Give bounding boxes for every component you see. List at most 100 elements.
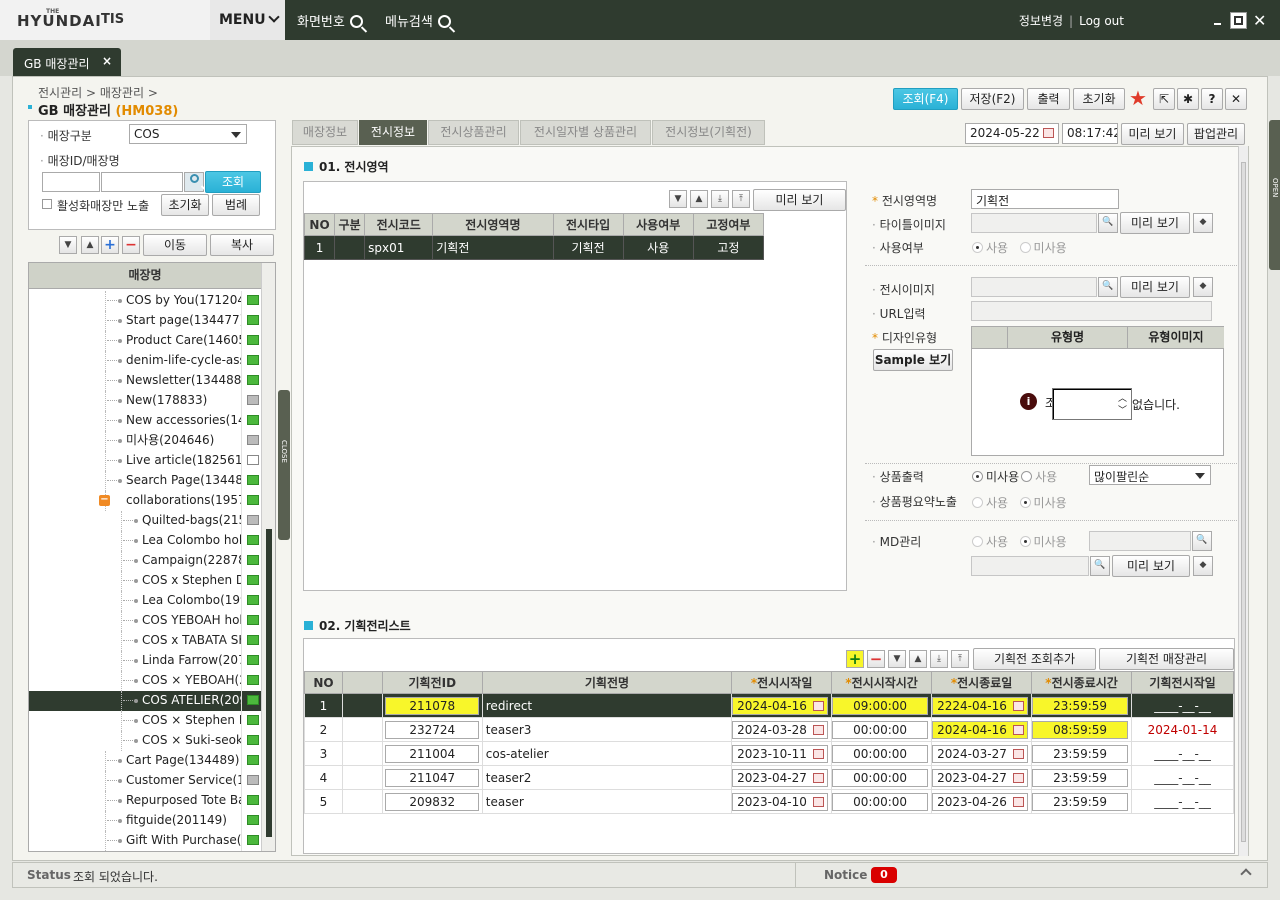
- help-icon[interactable]: ?: [1201, 88, 1223, 110]
- tree-item[interactable]: Lea Colombo holding p: [29, 531, 261, 551]
- tab-display-info[interactable]: 전시정보: [359, 120, 427, 145]
- tree-item[interactable]: 미사용(204646): [29, 431, 261, 451]
- tree-item[interactable]: denim-life-cycle-assessm: [29, 351, 261, 371]
- tree-item[interactable]: Live article(182561): [29, 451, 261, 471]
- tree-item[interactable]: Search Page(134487): [29, 471, 261, 491]
- add-icon[interactable]: +: [846, 650, 864, 668]
- tree-item[interactable]: Campaign(228789): [29, 551, 261, 571]
- print-button[interactable]: 출력: [1027, 88, 1070, 110]
- store-id-input[interactable]: [42, 172, 100, 192]
- end-time-input[interactable]: 23:59:59: [1032, 792, 1129, 811]
- tree-item[interactable]: Quilted-bags(215885): [29, 511, 261, 531]
- calendar-icon[interactable]: [813, 748, 825, 759]
- filter-reset-button[interactable]: 초기화: [161, 194, 209, 216]
- cell-check[interactable]: [341, 717, 383, 742]
- end-time-input[interactable]: 08:59:59: [1032, 720, 1129, 739]
- display-time-input[interactable]: 08:17:42: [1062, 123, 1118, 144]
- main-scrollbar[interactable]: [1238, 146, 1248, 856]
- left-panel-collapse-handle[interactable]: CLOSE: [278, 390, 290, 540]
- eraser-icon[interactable]: ◆: [1193, 277, 1213, 297]
- move-bottom-icon[interactable]: ⤓: [711, 190, 729, 208]
- menu-button[interactable]: MENU: [210, 0, 285, 40]
- collapse-toggle-icon[interactable]: −: [99, 495, 110, 506]
- radio-output-no[interactable]: [972, 471, 983, 482]
- page-tab-gb-store[interactable]: GB 매장관리 ×: [13, 48, 121, 76]
- sort-select[interactable]: 많이팔린순: [1089, 465, 1211, 485]
- promo-id-input[interactable]: 209832: [385, 792, 480, 811]
- tree-scrollbar-thumb[interactable]: [266, 529, 272, 837]
- maximize-button[interactable]: [1230, 12, 1247, 29]
- tree-item[interactable]: New(178833): [29, 391, 261, 411]
- end-date-input[interactable]: 2023-04-26: [932, 792, 1029, 811]
- window-close-button[interactable]: ✕: [1253, 11, 1266, 30]
- md-name-input[interactable]: [971, 556, 1089, 576]
- right-panel-open-handle[interactable]: OPEN: [1269, 120, 1280, 270]
- search-icon[interactable]: 🔍: [1090, 556, 1110, 576]
- start-time-input[interactable]: 00:00:00: [832, 744, 929, 763]
- tree-item[interactable]: Repurposed Tote Bag(지S: [29, 791, 261, 811]
- tree-item[interactable]: Customer Service(191805): [29, 771, 261, 791]
- start-date-input[interactable]: 2023-10-11: [732, 744, 829, 763]
- eraser-icon[interactable]: ◆: [1193, 213, 1213, 233]
- table-row[interactable]: 5 209832 teaser 2023-04-10 00:00:00 2023-04-2…: [304, 789, 1234, 814]
- calendar-icon[interactable]: [813, 724, 825, 735]
- radio-use-no[interactable]: [1019, 242, 1031, 253]
- calendar-icon[interactable]: [1013, 796, 1025, 807]
- radio-md-yes[interactable]: [972, 536, 983, 547]
- chevron-down-icon[interactable]: ﹀: [1118, 403, 1127, 416]
- table-row[interactable]: 2 232724 teaser3 2024-03-28 00:00:00 2024-04-…: [304, 717, 1234, 742]
- end-time-input[interactable]: 23:59:59: [1032, 768, 1129, 787]
- notice-count-badge[interactable]: 0: [871, 867, 897, 883]
- url-input[interactable]: [971, 301, 1212, 321]
- screen-number-search[interactable]: 화면번호: [297, 0, 363, 40]
- cell-check[interactable]: [341, 741, 383, 766]
- add-icon[interactable]: +: [101, 236, 119, 254]
- search-icon[interactable]: 🔍: [1192, 531, 1212, 551]
- bug-icon[interactable]: ✱: [1177, 88, 1199, 110]
- start-date-input[interactable]: 2023-04-10: [732, 792, 829, 811]
- start-time-input[interactable]: 09:00:00: [832, 696, 929, 715]
- calendar-icon[interactable]: [1013, 772, 1025, 783]
- close-icon[interactable]: ×: [102, 54, 112, 68]
- calendar-icon[interactable]: [1013, 748, 1025, 759]
- tree-item[interactable]: Lea Colombo(199323): [29, 591, 261, 611]
- reset-button[interactable]: 초기화: [1073, 88, 1125, 110]
- move-down-icon[interactable]: ▼: [888, 650, 906, 668]
- tree-item[interactable]: COS ATELIER(209830): [29, 691, 261, 711]
- tree-item[interactable]: COS × YEBOAH(20845: [29, 671, 261, 691]
- minimize-button[interactable]: [1211, 12, 1225, 28]
- search-icon[interactable]: 🔍: [1098, 213, 1118, 233]
- tab-display-product[interactable]: 전시상품관리: [428, 120, 519, 145]
- title-image-preview-button[interactable]: 미리 보기: [1120, 212, 1190, 234]
- move-top-icon[interactable]: ⤒: [951, 650, 969, 668]
- cell-check[interactable]: [341, 789, 383, 814]
- promo-id-input[interactable]: 232724: [385, 720, 480, 739]
- md-input[interactable]: [1089, 531, 1191, 551]
- title-image-input[interactable]: [971, 213, 1097, 233]
- calendar-icon[interactable]: [1013, 724, 1025, 735]
- page-stepper-input[interactable]: ︿ ﹀: [1052, 388, 1132, 420]
- cell-check[interactable]: [341, 693, 383, 718]
- display-date-input[interactable]: 2024-05-22: [965, 123, 1059, 144]
- preview-button[interactable]: 미리 보기: [1121, 123, 1184, 145]
- promo-id-input[interactable]: 211004: [385, 744, 480, 763]
- move-up-icon[interactable]: ▲: [909, 650, 927, 668]
- search-button[interactable]: 조회(F4): [893, 88, 958, 110]
- md-radio-group[interactable]: 사용 미사용: [972, 533, 1067, 550]
- end-time-input[interactable]: 23:59:59: [1032, 696, 1129, 715]
- start-time-input[interactable]: 00:00:00: [832, 720, 929, 739]
- promo-id-input[interactable]: 211047: [385, 768, 480, 787]
- tree-item[interactable]: COS by You(171204): [29, 291, 261, 311]
- external-link-icon[interactable]: ⇱: [1153, 88, 1175, 110]
- tree-item[interactable]: Gift With Purchase(지우지: [29, 831, 261, 851]
- sample-view-button[interactable]: Sample 보기: [873, 349, 953, 371]
- promo-store-manage-button[interactable]: 기획전 매장관리: [1099, 648, 1234, 670]
- logout-link[interactable]: Log out: [1079, 14, 1124, 28]
- promo-id-input[interactable]: 211078: [385, 696, 480, 715]
- tree-item[interactable]: COS YEBOAH holding: [29, 611, 261, 631]
- remove-icon[interactable]: −: [867, 650, 885, 668]
- favorite-star-icon[interactable]: ★: [1129, 86, 1147, 110]
- review-radio-group[interactable]: 사용 미사용: [972, 494, 1067, 511]
- active-only-checkbox[interactable]: [42, 199, 52, 209]
- store-type-select[interactable]: COS: [129, 124, 247, 144]
